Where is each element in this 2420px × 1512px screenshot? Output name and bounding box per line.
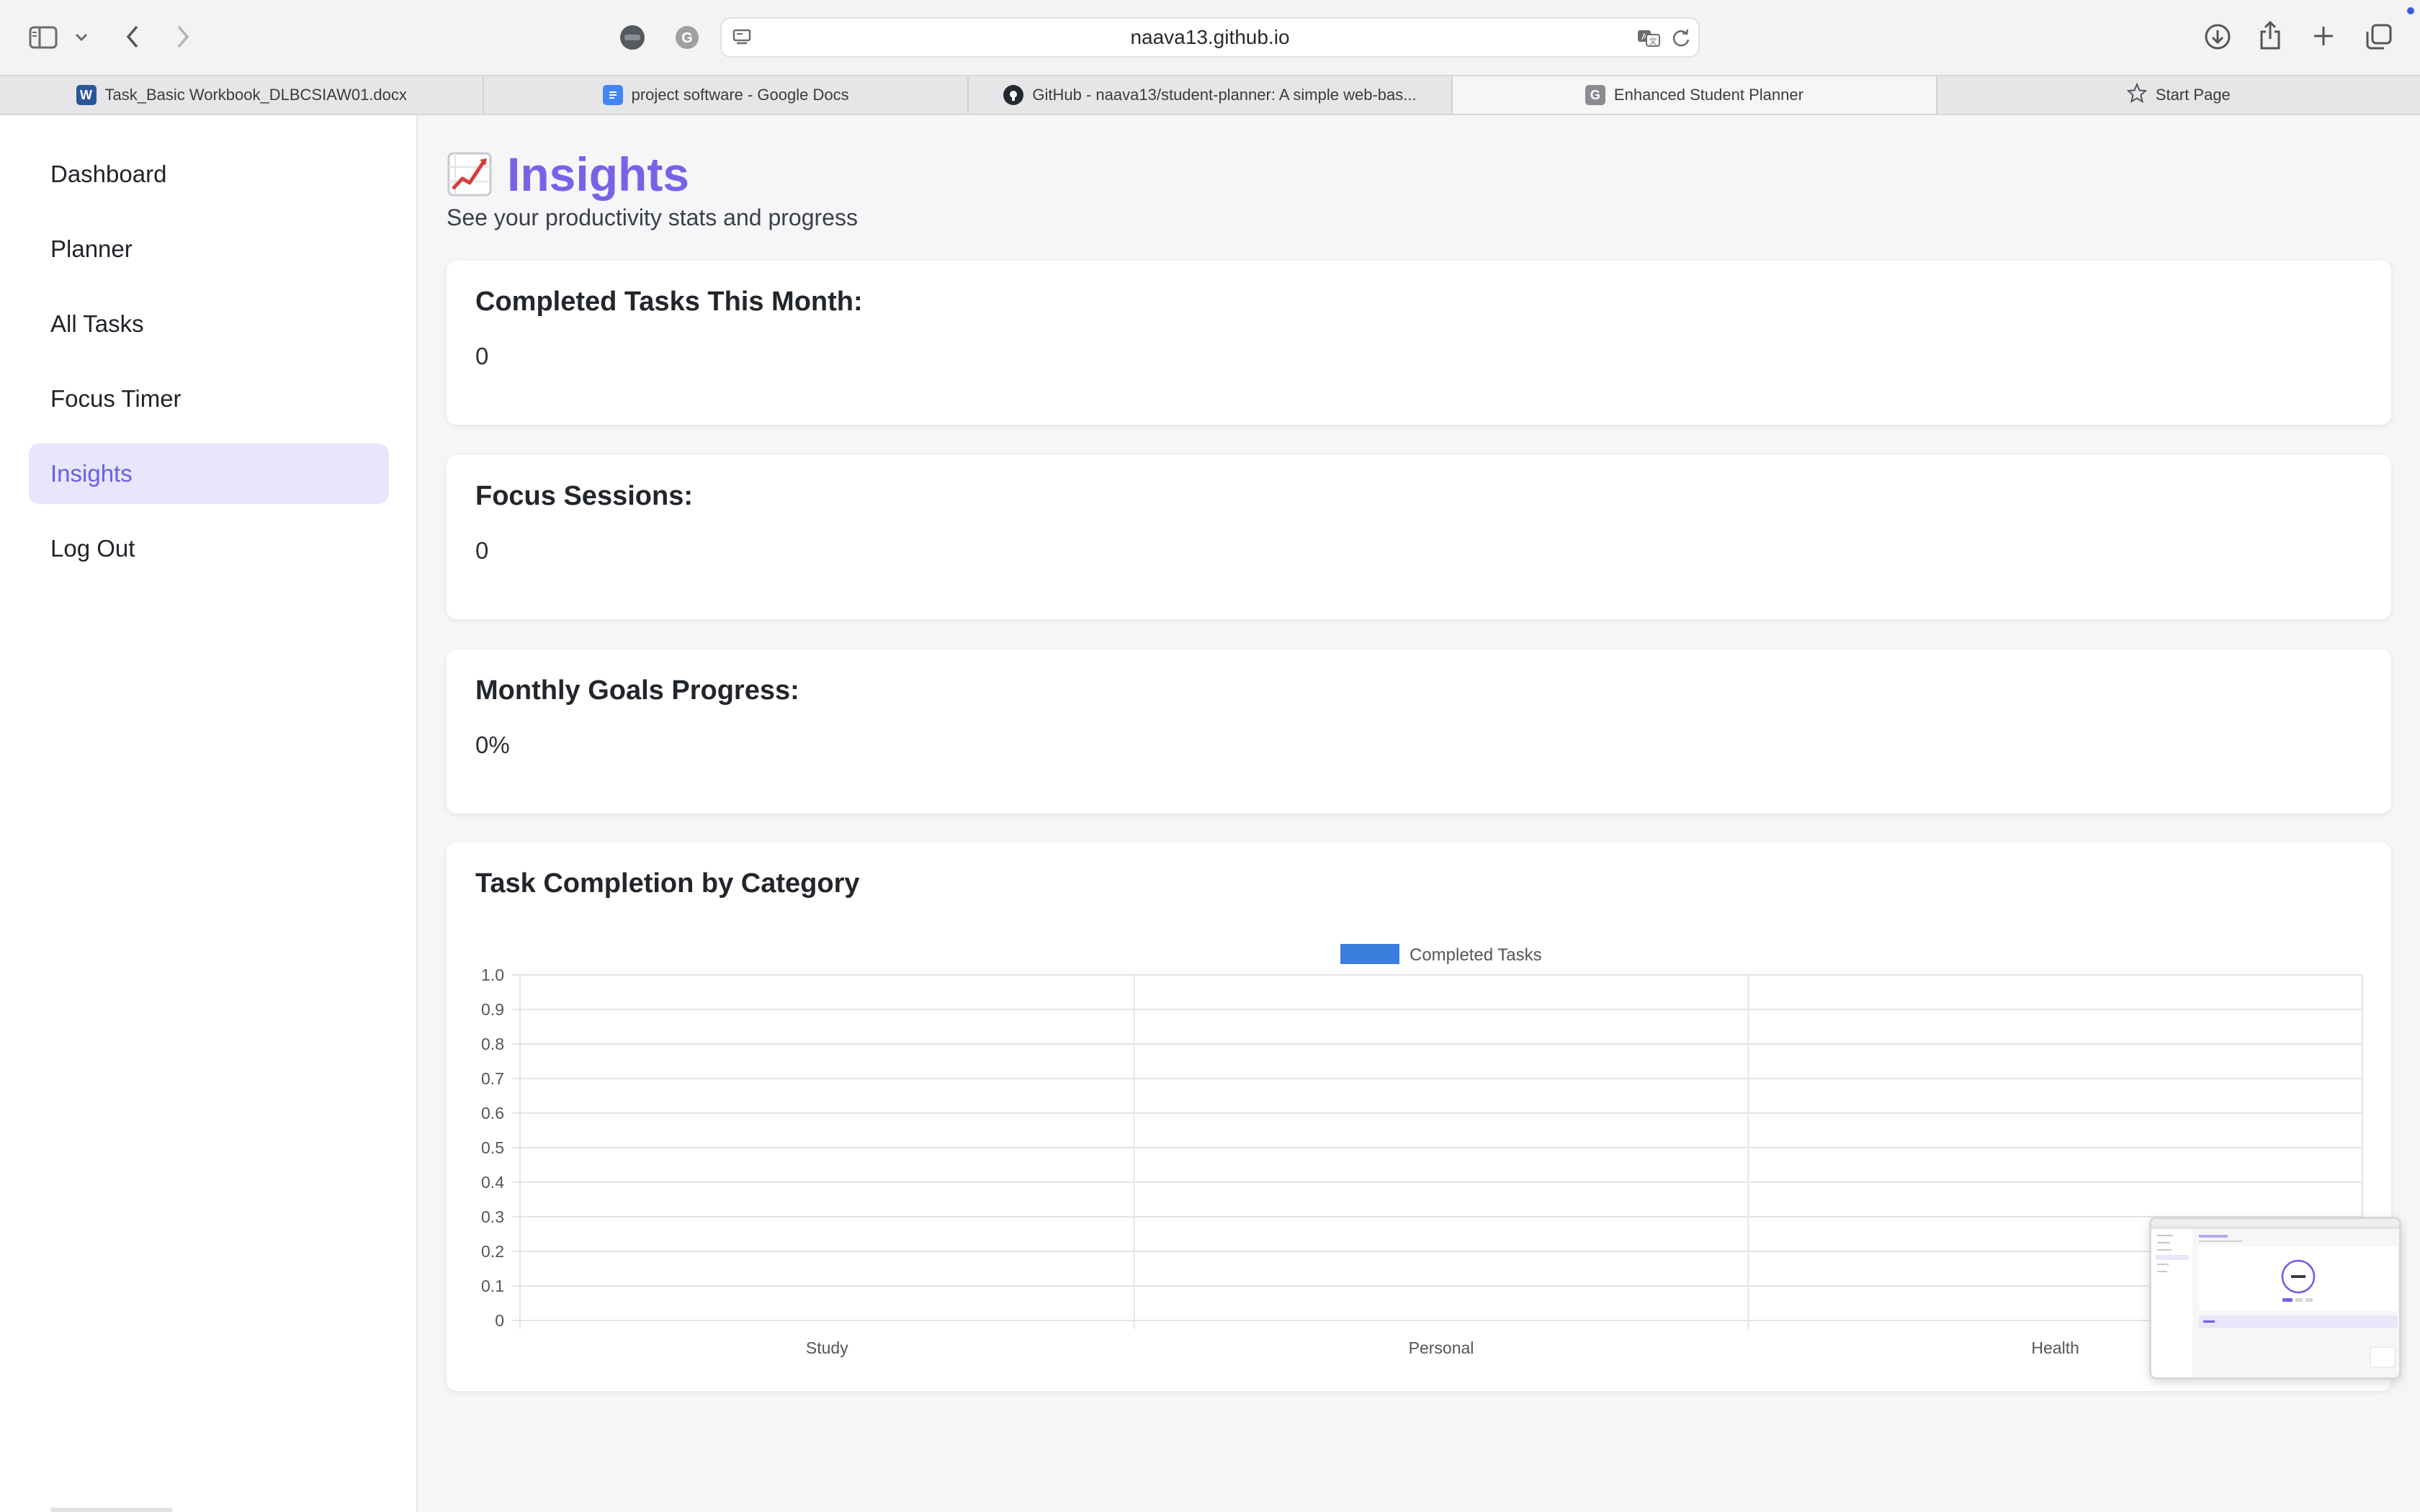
tab-start-page[interactable]: Start Page <box>1937 76 2420 114</box>
tab-label: GitHub - naava13/student-planner: A simp… <box>1032 86 1417 104</box>
y-tick-label: 0.9 <box>481 1000 504 1019</box>
sidebar-item-dashboard[interactable]: Dashboard <box>29 144 389 204</box>
tab-overview-icon[interactable] <box>2364 22 2394 52</box>
window-preview-thumbnail[interactable] <box>2149 1217 2401 1380</box>
stat-card-focus-sessions: Focus Sessions: 0 <box>447 455 2391 619</box>
chart-card: Task Completion by Category 0 0.1 0.2 0.3 0.… <box>447 842 2391 1391</box>
page-subtitle: See your productivity stats and progress <box>447 204 858 230</box>
y-tick-label: 0.4 <box>481 1173 504 1192</box>
stat-value: 0 <box>475 343 489 369</box>
tab-label: Start Page <box>2155 86 2231 104</box>
y-tick-label: 0.1 <box>481 1277 504 1295</box>
y-tick-label: 0 <box>495 1311 504 1330</box>
chart-increasing-icon <box>447 151 493 197</box>
tab-label: Enhanced Student Planner <box>1613 86 1803 104</box>
github-icon <box>1003 85 1024 105</box>
y-tick-label: 0.3 <box>481 1207 504 1226</box>
sidebar-item-insights[interactable]: Insights <box>29 444 389 504</box>
y-tick-label: 0.5 <box>481 1138 504 1157</box>
y-tick-label: 0.7 <box>481 1069 504 1088</box>
y-tick-label: 0.6 <box>481 1104 504 1122</box>
back-icon[interactable] <box>120 22 145 52</box>
google-docs-icon <box>602 85 623 105</box>
svg-text:文: 文 <box>1649 36 1657 46</box>
stat-label: Focus Sessions: <box>475 481 693 511</box>
downloads-icon[interactable] <box>2202 22 2233 52</box>
tab-label: project software - Google Docs <box>631 86 849 104</box>
x-tick-label: Health <box>2031 1338 2079 1357</box>
notification-dot <box>2407 7 2414 14</box>
tab-enhanced-student-planner[interactable]: G Enhanced Student Planner <box>1453 76 1937 114</box>
grammarly-g-icon: G <box>1585 85 1605 105</box>
x-tick-label: Study <box>806 1338 848 1357</box>
stat-card-completed-tasks: Completed Tasks This Month: 0 <box>447 261 2391 425</box>
tab-google-docs[interactable]: project software - Google Docs <box>484 76 969 114</box>
share-icon[interactable] <box>2256 19 2285 52</box>
sidebar-item-log-out[interactable]: Log Out <box>29 518 389 579</box>
page-title-text: Insights <box>507 148 690 201</box>
star-icon <box>2126 82 2148 107</box>
stat-label: Monthly Goals Progress: <box>475 675 799 706</box>
chevron-down-icon[interactable] <box>72 29 91 46</box>
tab-word-doc[interactable]: W Task_Basic Workbook_DLBCSIAW01.docx <box>0 76 485 114</box>
grammarly-icon[interactable]: G <box>673 23 702 52</box>
y-tick-label: 0.2 <box>481 1242 504 1261</box>
forward-icon[interactable] <box>170 22 196 52</box>
y-tick-label: 1.0 <box>481 966 504 984</box>
sidebar-item-planner[interactable]: Planner <box>29 219 389 279</box>
browser-toolbar: G naava13.github.io A文 <box>0 0 2420 75</box>
legend-label: Completed Tasks <box>1410 945 1542 965</box>
bar-chart: 0 0.1 0.2 0.3 0.4 0.5 0.6 0.7 0.8 0.9 1.0 Study Pers… <box>481 944 2363 1357</box>
sidebar-toggle-icon[interactable] <box>27 23 59 52</box>
extension-icon[interactable] <box>618 23 647 52</box>
stat-label: Completed Tasks This Month: <box>475 287 863 317</box>
y-tick-label: 0.8 <box>481 1035 504 1053</box>
address-bar[interactable]: naava13.github.io A文 <box>720 17 1700 58</box>
new-tab-icon[interactable] <box>2309 22 2338 50</box>
page-title: Insights <box>447 144 689 204</box>
stat-value: 0% <box>475 732 510 758</box>
tab-label: Task_Basic Workbook_DLBCSIAW01.docx <box>104 86 407 104</box>
svg-text:G: G <box>681 30 693 46</box>
reload-icon[interactable] <box>1668 26 1694 50</box>
sidebar-item-focus-timer[interactable]: Focus Timer <box>29 369 389 429</box>
scroll-handle <box>50 1508 173 1512</box>
tab-github[interactable]: GitHub - naava13/student-planner: A simp… <box>969 76 1453 114</box>
sidebar-item-all-tasks[interactable]: All Tasks <box>29 294 389 354</box>
translate-icon[interactable]: A文 <box>1635 26 1664 50</box>
url-text[interactable]: naava13.github.io <box>722 19 1698 56</box>
sidebar: Dashboard Planner All Tasks Focus Timer … <box>0 115 418 1512</box>
tab-strip: W Task_Basic Workbook_DLBCSIAW01.docx pr… <box>0 75 2420 115</box>
stat-card-monthly-goals: Monthly Goals Progress: 0% <box>447 649 2391 814</box>
legend-swatch <box>1340 944 1399 964</box>
x-tick-label: Personal <box>1409 1338 1474 1357</box>
stat-value: 0 <box>475 537 489 564</box>
word-icon: W <box>76 85 97 105</box>
